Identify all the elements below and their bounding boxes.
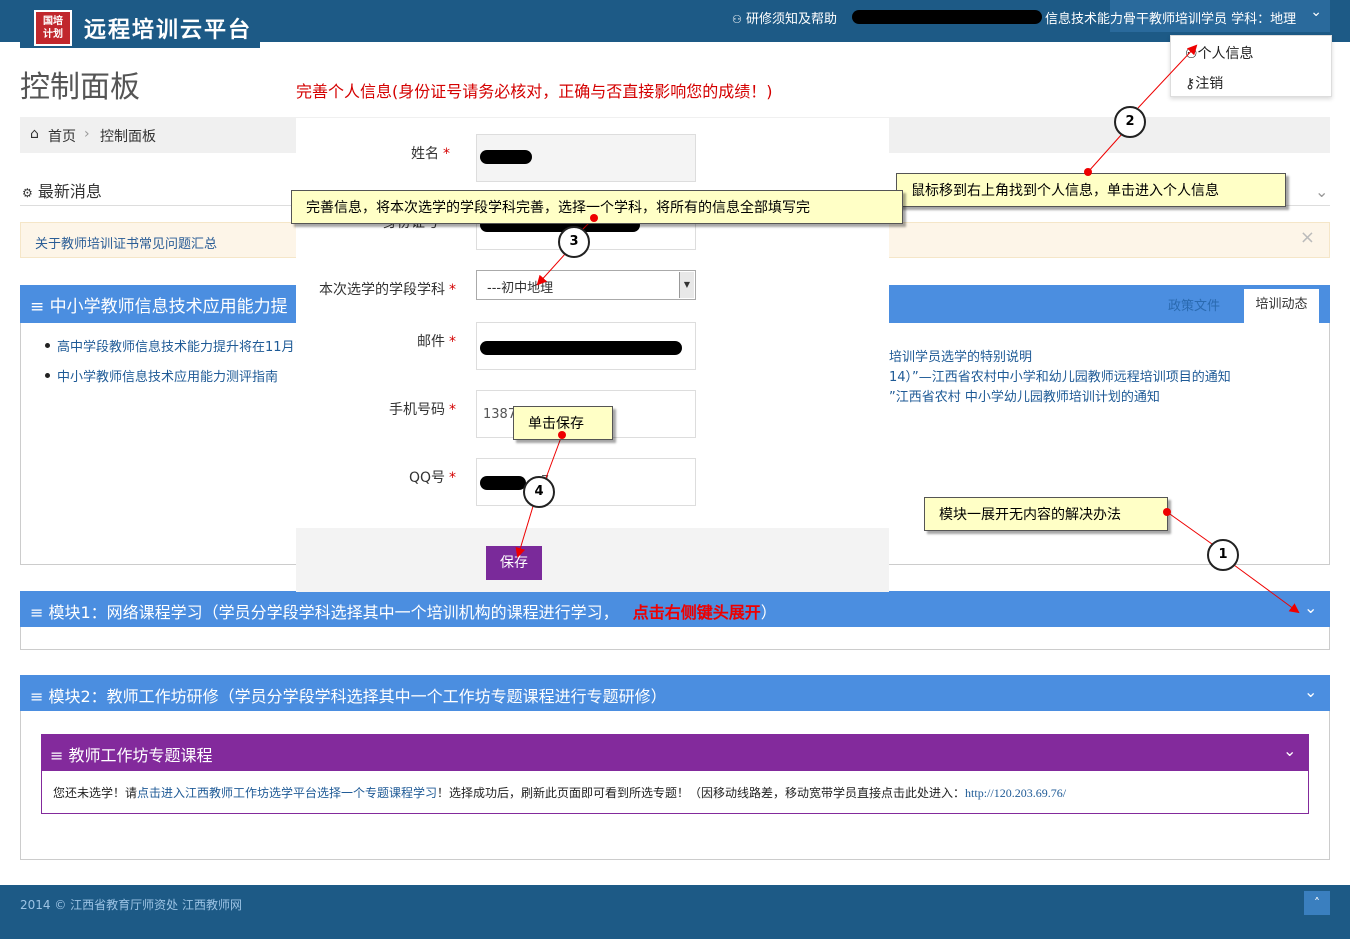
callout-anchor [1163,508,1171,516]
callout-anchor [590,214,598,222]
callout-profile: 鼠标移到右上角找到个人信息，单击进入个人信息 [896,173,1286,207]
callout-anchor [558,431,566,439]
step-3-marker: 3 [558,226,590,258]
step-2-marker: 2 [1114,106,1146,138]
callout-module: 模块一展开无内容的解决办法 [924,497,1168,531]
step-4-marker: 4 [523,476,555,508]
annotation-arrows [515,44,1300,614]
step-1-marker: 1 [1207,539,1239,571]
callout-anchor [1084,168,1092,176]
